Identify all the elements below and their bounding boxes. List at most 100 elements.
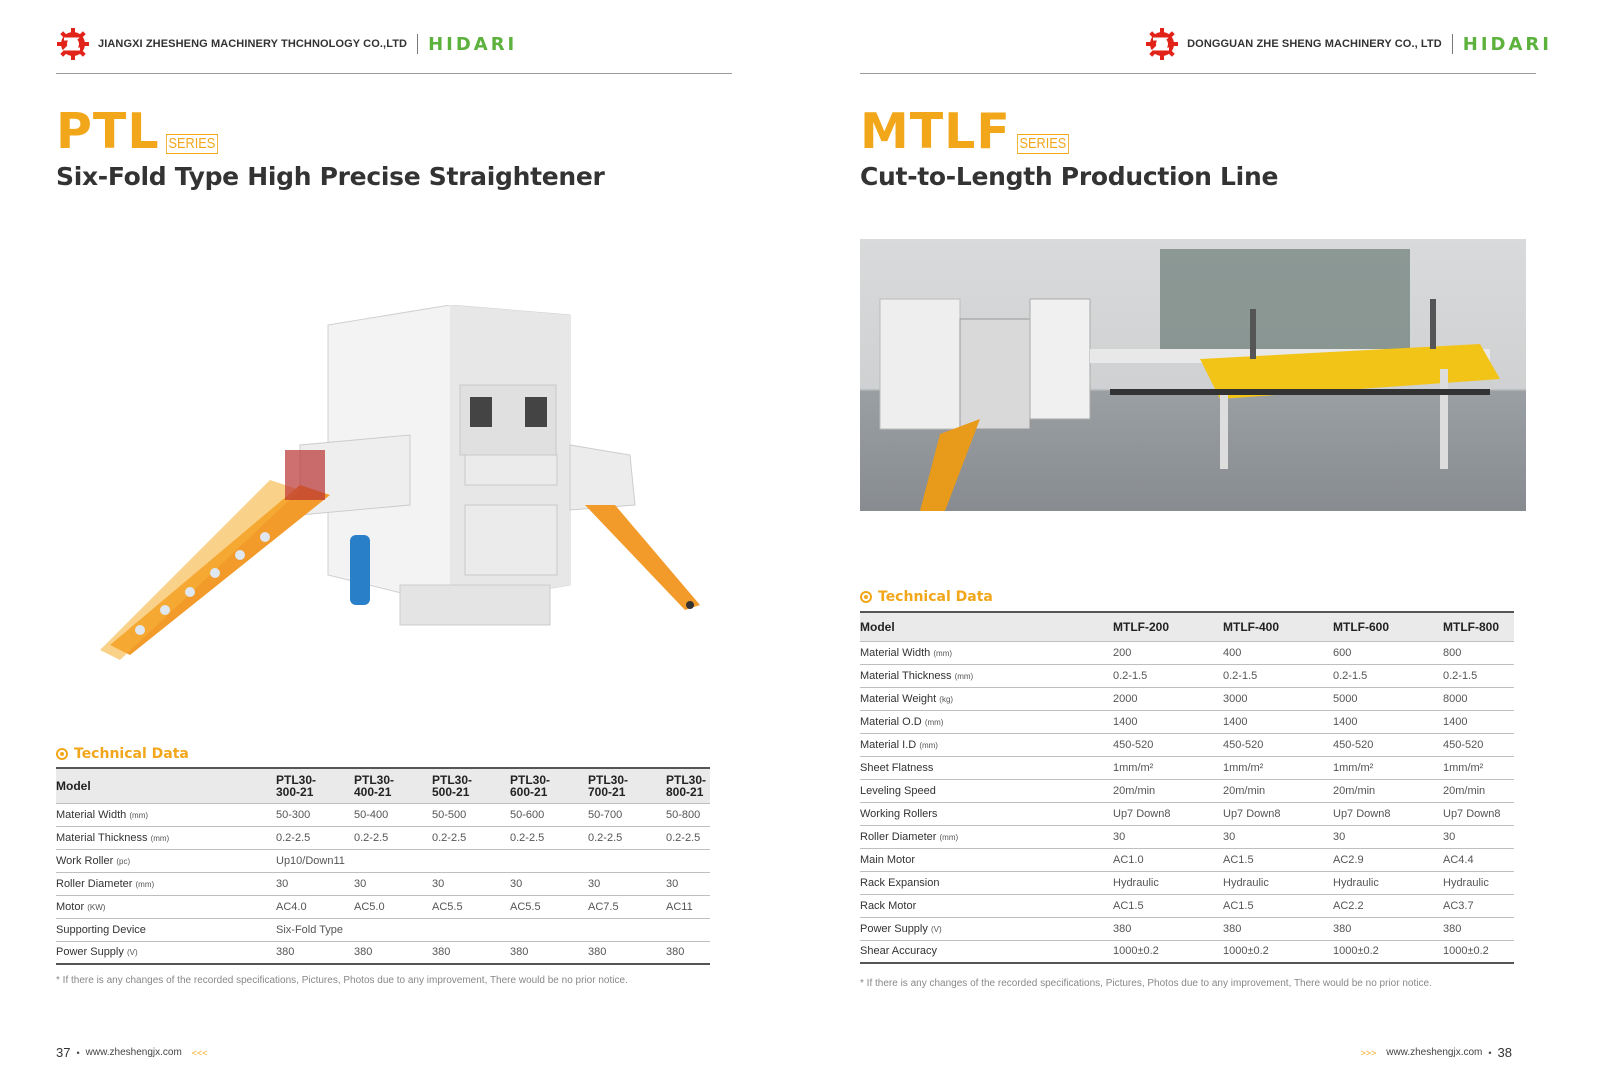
header-model-col: PTL30- 300-21 <box>276 769 354 804</box>
company-name: DONGGUAN ZHE SHENG MACHINERY CO., LTD <box>1187 38 1442 50</box>
row-value: AC4.4 <box>1443 848 1514 872</box>
table-header-row: Model MTLF-200 MTLF-400 MTLF-600 MTLF-800 <box>860 613 1514 642</box>
row-label: Material Thickness (mm) <box>860 664 1113 688</box>
circle-target-icon <box>56 748 68 760</box>
row-label-text: Material O.D <box>860 715 922 728</box>
row-label-text: Main Motor <box>860 853 916 866</box>
row-value: 450-520 <box>1223 733 1333 757</box>
row-label-text: Material Thickness <box>860 669 952 682</box>
header-model-col: PTL30- 400-21 <box>354 769 432 804</box>
row-value: 0.2-2.5 <box>432 826 510 850</box>
row-value: 380 <box>666 941 710 965</box>
header-model: Model <box>860 613 1113 642</box>
tech-data-heading: Technical Data <box>860 589 993 605</box>
row-label-text: Supporting Device <box>56 923 146 936</box>
row-value: 0.2-2.5 <box>666 826 710 850</box>
row-value: 1mm/m² <box>1333 756 1443 780</box>
row-label-text: Material Weight <box>860 692 937 705</box>
row-value: 50-700 <box>588 803 666 827</box>
table-row: Power Supply (V) 380 380 380 380 380 380 <box>56 941 710 965</box>
row-value: Hydraulic <box>1333 871 1443 895</box>
website-link[interactable]: www.zheshengjx.com <box>1386 1047 1482 1058</box>
table-row: Power Supply (V) 380 380 380 380 <box>860 917 1514 941</box>
row-unit: (V) <box>930 924 942 934</box>
row-label-text: Power Supply <box>860 922 928 935</box>
table-row: Roller Diameter (mm) 30 30 30 30 <box>860 825 1514 849</box>
row-value: AC2.9 <box>1333 848 1443 872</box>
table-row: Material Weight (kg) 2000 3000 5000 8000 <box>860 687 1514 711</box>
table-row: Material Width (mm) 50-300 50-400 50-500 50-… <box>56 803 710 827</box>
disclaimer-note: * If there is any changes of the recorde… <box>56 975 628 986</box>
row-unit: (KW) <box>87 902 106 912</box>
row-value: AC2.2 <box>1333 894 1443 918</box>
row-value: Hydraulic <box>1223 871 1333 895</box>
row-value: 30 <box>588 872 666 896</box>
mtlf-spec-table: Model MTLF-200 MTLF-400 MTLF-600 MTLF-800 Mat… <box>860 613 1514 964</box>
row-value: 0.2-2.5 <box>354 826 432 850</box>
row-value: 50-500 <box>432 803 510 827</box>
header-divider <box>1451 34 1453 54</box>
row-label: Material Width (mm) <box>860 641 1113 665</box>
row-value: AC4.0 <box>276 895 354 919</box>
row-value: 600 <box>1333 641 1443 665</box>
header-model-col: PTL30- 800-21 <box>666 769 710 804</box>
tech-data-title: Technical Data <box>74 746 189 762</box>
series-tag: SERIES <box>1016 134 1069 154</box>
row-label: Rack Expansion <box>860 871 1113 895</box>
row-value: AC7.5 <box>588 895 666 919</box>
product-title: Six-Fold Type High Precise Straightener <box>56 162 605 191</box>
table-header-row: Model PTL30- 300-21 PTL30- 400-21 PTL30- 50… <box>56 769 710 804</box>
row-value: Hydraulic <box>1443 871 1514 895</box>
row-value: 1400 <box>1113 710 1223 734</box>
gear-logo-icon <box>1146 28 1179 60</box>
row-value: 0.2-1.5 <box>1443 664 1514 688</box>
row-value: 450-520 <box>1443 733 1514 757</box>
series-tag: SERIES <box>165 134 218 154</box>
table-row: Shear Accuracy 1000±0.2 1000±0.2 1000±0.2 10… <box>860 940 1514 964</box>
footer-arrows: <<< <box>191 1047 208 1058</box>
row-value: AC5.0 <box>354 895 432 919</box>
row-value: 1mm/m² <box>1113 756 1223 780</box>
row-value: 380 <box>510 941 588 965</box>
row-value: 50-300 <box>276 803 354 827</box>
row-label: Material O.D (mm) <box>860 710 1113 734</box>
row-label: Main Motor <box>860 848 1113 872</box>
row-value: 380 <box>432 941 510 965</box>
footer-arrows: >>> <box>1360 1047 1377 1058</box>
table-row: Leveling Speed 20m/min 20m/min 20m/min 20m/m… <box>860 779 1514 803</box>
row-value: 1mm/m² <box>1443 756 1514 780</box>
table-row: Material Thickness (mm) 0.2-1.5 0.2-1.5 0.2… <box>860 664 1514 688</box>
row-value: 30 <box>1113 825 1223 849</box>
row-value: 380 <box>1443 917 1514 941</box>
row-label-text: Leveling Speed <box>860 784 936 797</box>
left-page: JIANGXI ZHESHENG MACHINERY THCHNOLOGY CO… <box>0 0 804 1091</box>
row-label: Sheet Flatness <box>860 756 1113 780</box>
row-value: 380 <box>1113 917 1223 941</box>
row-unit: (mm) <box>924 717 944 727</box>
row-unit: (mm) <box>135 879 155 889</box>
row-value: 20m/min <box>1443 779 1514 803</box>
row-value: 30 <box>666 872 710 896</box>
page-number: 37 <box>56 1045 71 1060</box>
row-label-text: Material Width <box>56 808 127 821</box>
straightener-machine-image <box>100 305 700 660</box>
row-value: 200 <box>1113 641 1223 665</box>
row-value: Up7 Down8 <box>1113 802 1223 826</box>
row-value: 30 <box>1443 825 1514 849</box>
ptl-spec-table: Model PTL30- 300-21 PTL30- 400-21 PTL30- 50… <box>56 769 710 965</box>
website-link[interactable]: www.zheshengjx.com <box>86 1047 182 1058</box>
row-value: AC11 <box>666 895 710 919</box>
row-unit: (mm) <box>150 833 170 843</box>
table-row: Supporting Device Six-Fold Type <box>56 918 710 942</box>
row-value: 2000 <box>1113 687 1223 711</box>
series-code: MTLF <box>860 103 1011 160</box>
row-value: AC3.7 <box>1443 894 1514 918</box>
row-value: 1400 <box>1333 710 1443 734</box>
header-model-col: MTLF-800 <box>1443 613 1514 642</box>
row-value: 1400 <box>1223 710 1333 734</box>
row-value: 380 <box>1333 917 1443 941</box>
row-label: Material Thickness (mm) <box>56 826 276 850</box>
row-value: Up10/Down11 <box>276 849 710 873</box>
row-value: 30 <box>1333 825 1443 849</box>
row-value: 8000 <box>1443 687 1514 711</box>
